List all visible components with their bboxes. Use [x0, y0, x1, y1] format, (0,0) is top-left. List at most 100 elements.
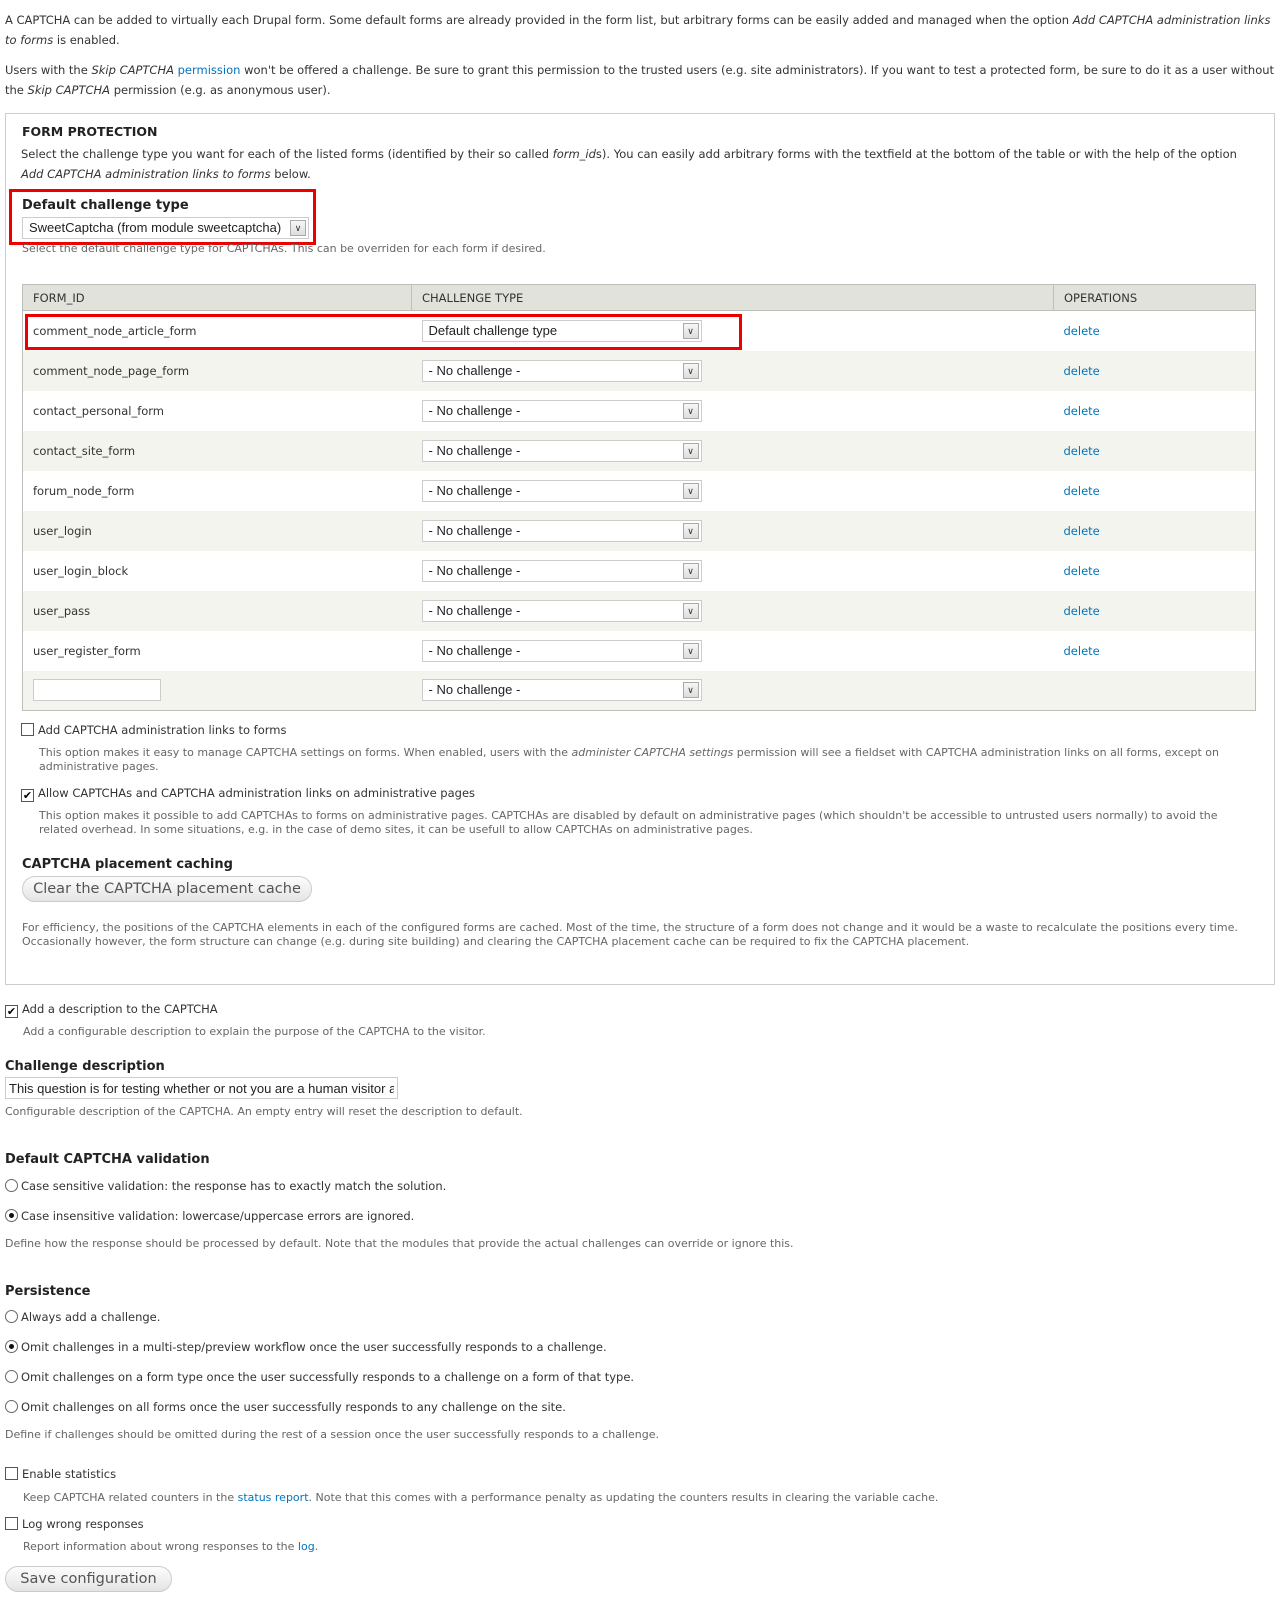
statistics-checkbox[interactable] [5, 1467, 18, 1480]
table-row: user_register_form - No challenge - ∨ delet… [22, 630, 1256, 671]
challenge-type-select[interactable]: - No challenge - ∨ [421, 479, 702, 502]
option-label: Omit challenges on all forms once the us… [21, 1400, 566, 1414]
challenge-type-cell: - No challenge - ∨ [411, 630, 1054, 671]
intro-paragraph-1: A CAPTCHA can be added to virtually each… [5, 13, 1271, 47]
delete-link[interactable]: delete [1064, 324, 1100, 338]
delete-link[interactable]: delete [1064, 644, 1100, 658]
fieldset-legend: FORM PROTECTION [22, 124, 158, 139]
chevron-down-icon: ∨ [682, 562, 699, 579]
challenge-type-select[interactable]: - No challenge - ∨ [421, 639, 702, 662]
option-label: Omit challenges on a form type once the … [21, 1370, 635, 1384]
challenge-type-cell: - No challenge - ∨ [411, 430, 1054, 471]
persistence-label: Persistence [5, 1284, 91, 1299]
form-id-cell: comment_node_page_form [22, 350, 412, 391]
challenge-type-select[interactable]: - No challenge - ∨ [421, 399, 702, 422]
column-header-challenge-type: CHALLENGE TYPE [411, 284, 1054, 311]
statistics-checkbox-row[interactable]: Enable statistics [5, 1467, 116, 1481]
radio-button[interactable] [5, 1179, 18, 1192]
permission-link[interactable]: permission [178, 63, 241, 77]
delete-link[interactable]: delete [1064, 564, 1100, 578]
challenge-description-input[interactable] [5, 1077, 398, 1099]
persistence-option-form-type[interactable]: Omit challenges on a form type once the … [5, 1370, 634, 1384]
caching-label: CAPTCHA placement caching [22, 857, 233, 872]
table-row: user_login - No challenge - ∨ delete [22, 510, 1256, 551]
column-header-form-id: FORM_ID [22, 284, 412, 311]
delete-link[interactable]: delete [1064, 524, 1100, 538]
challenge-type-select[interactable]: - No challenge - ∨ [421, 519, 702, 542]
column-header-operations: OPERATIONS [1053, 284, 1256, 311]
delete-link[interactable]: delete [1064, 484, 1100, 498]
persistence-option-all-forms[interactable]: Omit challenges on all forms once the us… [5, 1400, 566, 1414]
add-description-label: Add a description to the CAPTCHA [22, 1002, 218, 1016]
challenge-type-cell: - No challenge - ∨ [411, 670, 1054, 711]
challenge-type-select[interactable]: - No challenge - ∨ [421, 559, 702, 582]
log-desc: Report information about wrong responses… [23, 1540, 319, 1553]
radio-button[interactable] [5, 1310, 18, 1323]
challenge-type-select[interactable]: - No challenge - ∨ [421, 359, 702, 382]
option-label: Omit challenges in a multi-step/preview … [21, 1340, 607, 1354]
add-description-desc: Add a configurable description to explai… [23, 1025, 486, 1038]
validation-option-case-sensitive[interactable]: Case sensitive validation: the response … [5, 1179, 446, 1193]
challenge-description-desc: Configurable description of the CAPTCHA.… [5, 1105, 523, 1118]
persistence-option-always[interactable]: Always add a challenge. [5, 1310, 160, 1324]
option-label: Always add a challenge. [21, 1310, 161, 1324]
table-row: contact_personal_form - No challenge - ∨ de… [22, 390, 1256, 431]
log-label: Log wrong responses [22, 1517, 144, 1531]
delete-link[interactable]: delete [1064, 364, 1100, 378]
table-row: user_pass - No challenge - ∨ delete [22, 590, 1256, 631]
allow-admin-checkbox-row[interactable]: ✔ Allow CAPTCHAs and CAPTCHA administrati… [21, 786, 475, 802]
radio-button[interactable] [5, 1340, 18, 1353]
statistics-label: Enable statistics [22, 1467, 117, 1481]
statistics-desc: Keep CAPTCHA related counters in the sta… [23, 1491, 939, 1504]
allow-admin-checkbox[interactable]: ✔ [21, 789, 34, 802]
allow-admin-label: Allow CAPTCHAs and CAPTCHA administratio… [38, 786, 476, 800]
caching-description: For efficiency, the positions of the CAP… [22, 921, 1238, 948]
chevron-down-icon: ∨ [682, 682, 699, 699]
highlight-box-row [25, 314, 742, 350]
log-checkbox[interactable] [5, 1517, 18, 1530]
challenge-type-cell: - No challenge - ∨ [411, 390, 1054, 431]
challenge-type-cell: - No challenge - ∨ [411, 510, 1054, 551]
operations-cell: delete [1053, 350, 1256, 391]
challenge-type-cell: - No challenge - ∨ [411, 350, 1054, 391]
form-id-cell: user_register_form [22, 630, 412, 671]
highlight-box [9, 189, 316, 245]
radio-button[interactable] [5, 1400, 18, 1413]
status-report-link[interactable]: status report [238, 1491, 309, 1504]
save-configuration-button[interactable]: Save configuration [5, 1566, 172, 1592]
operations-cell: delete [1053, 630, 1256, 671]
clear-cache-button[interactable]: Clear the CAPTCHA placement cache [22, 876, 312, 902]
delete-link[interactable]: delete [1064, 604, 1100, 618]
admin-links-checkbox[interactable] [21, 723, 34, 736]
radio-button[interactable] [5, 1370, 18, 1383]
default-challenge-description: Select the default challenge type for CA… [22, 242, 546, 255]
persistence-option-multistep[interactable]: Omit challenges in a multi-step/preview … [5, 1340, 607, 1354]
challenge-type-select[interactable]: - No challenge - ∨ [421, 599, 702, 622]
challenge-type-select[interactable]: - No challenge - ∨ [421, 679, 702, 702]
delete-link[interactable]: delete [1064, 404, 1100, 418]
log-link[interactable]: log [298, 1540, 315, 1553]
chevron-down-icon: ∨ [682, 442, 699, 459]
table-row: contact_site_form - No challenge - ∨ delete [22, 430, 1256, 471]
admin-links-checkbox-row[interactable]: Add CAPTCHA administration links to form… [21, 723, 286, 737]
operations-cell [1053, 670, 1256, 711]
add-description-checkbox-row[interactable]: ✔ Add a description to the CAPTCHA [5, 1002, 218, 1018]
challenge-type-cell: - No challenge - ∨ [411, 590, 1054, 631]
form-id-cell [22, 670, 412, 711]
challenge-type-select[interactable]: - No challenge - ∨ [421, 439, 702, 462]
radio-button[interactable] [5, 1209, 18, 1222]
new-form-id-input[interactable] [33, 679, 161, 702]
chevron-down-icon: ∨ [682, 522, 699, 539]
option-label: Case insensitive validation: lowercase/u… [21, 1209, 415, 1223]
add-description-checkbox[interactable]: ✔ [5, 1005, 18, 1018]
delete-link[interactable]: delete [1064, 444, 1100, 458]
operations-cell: delete [1053, 590, 1256, 631]
validation-label: Default CAPTCHA validation [5, 1152, 210, 1167]
chevron-down-icon: ∨ [682, 602, 699, 619]
challenge-type-cell: - No challenge - ∨ [411, 470, 1054, 511]
validation-option-case-insensitive[interactable]: Case insensitive validation: lowercase/u… [5, 1209, 414, 1223]
intro-paragraph-2: Users with the Skip CAPTCHA permission w… [5, 63, 1275, 97]
log-checkbox-row[interactable]: Log wrong responses [5, 1517, 144, 1531]
admin-links-description: This option makes it easy to manage CAPT… [39, 746, 1219, 773]
operations-cell: delete [1053, 550, 1256, 591]
